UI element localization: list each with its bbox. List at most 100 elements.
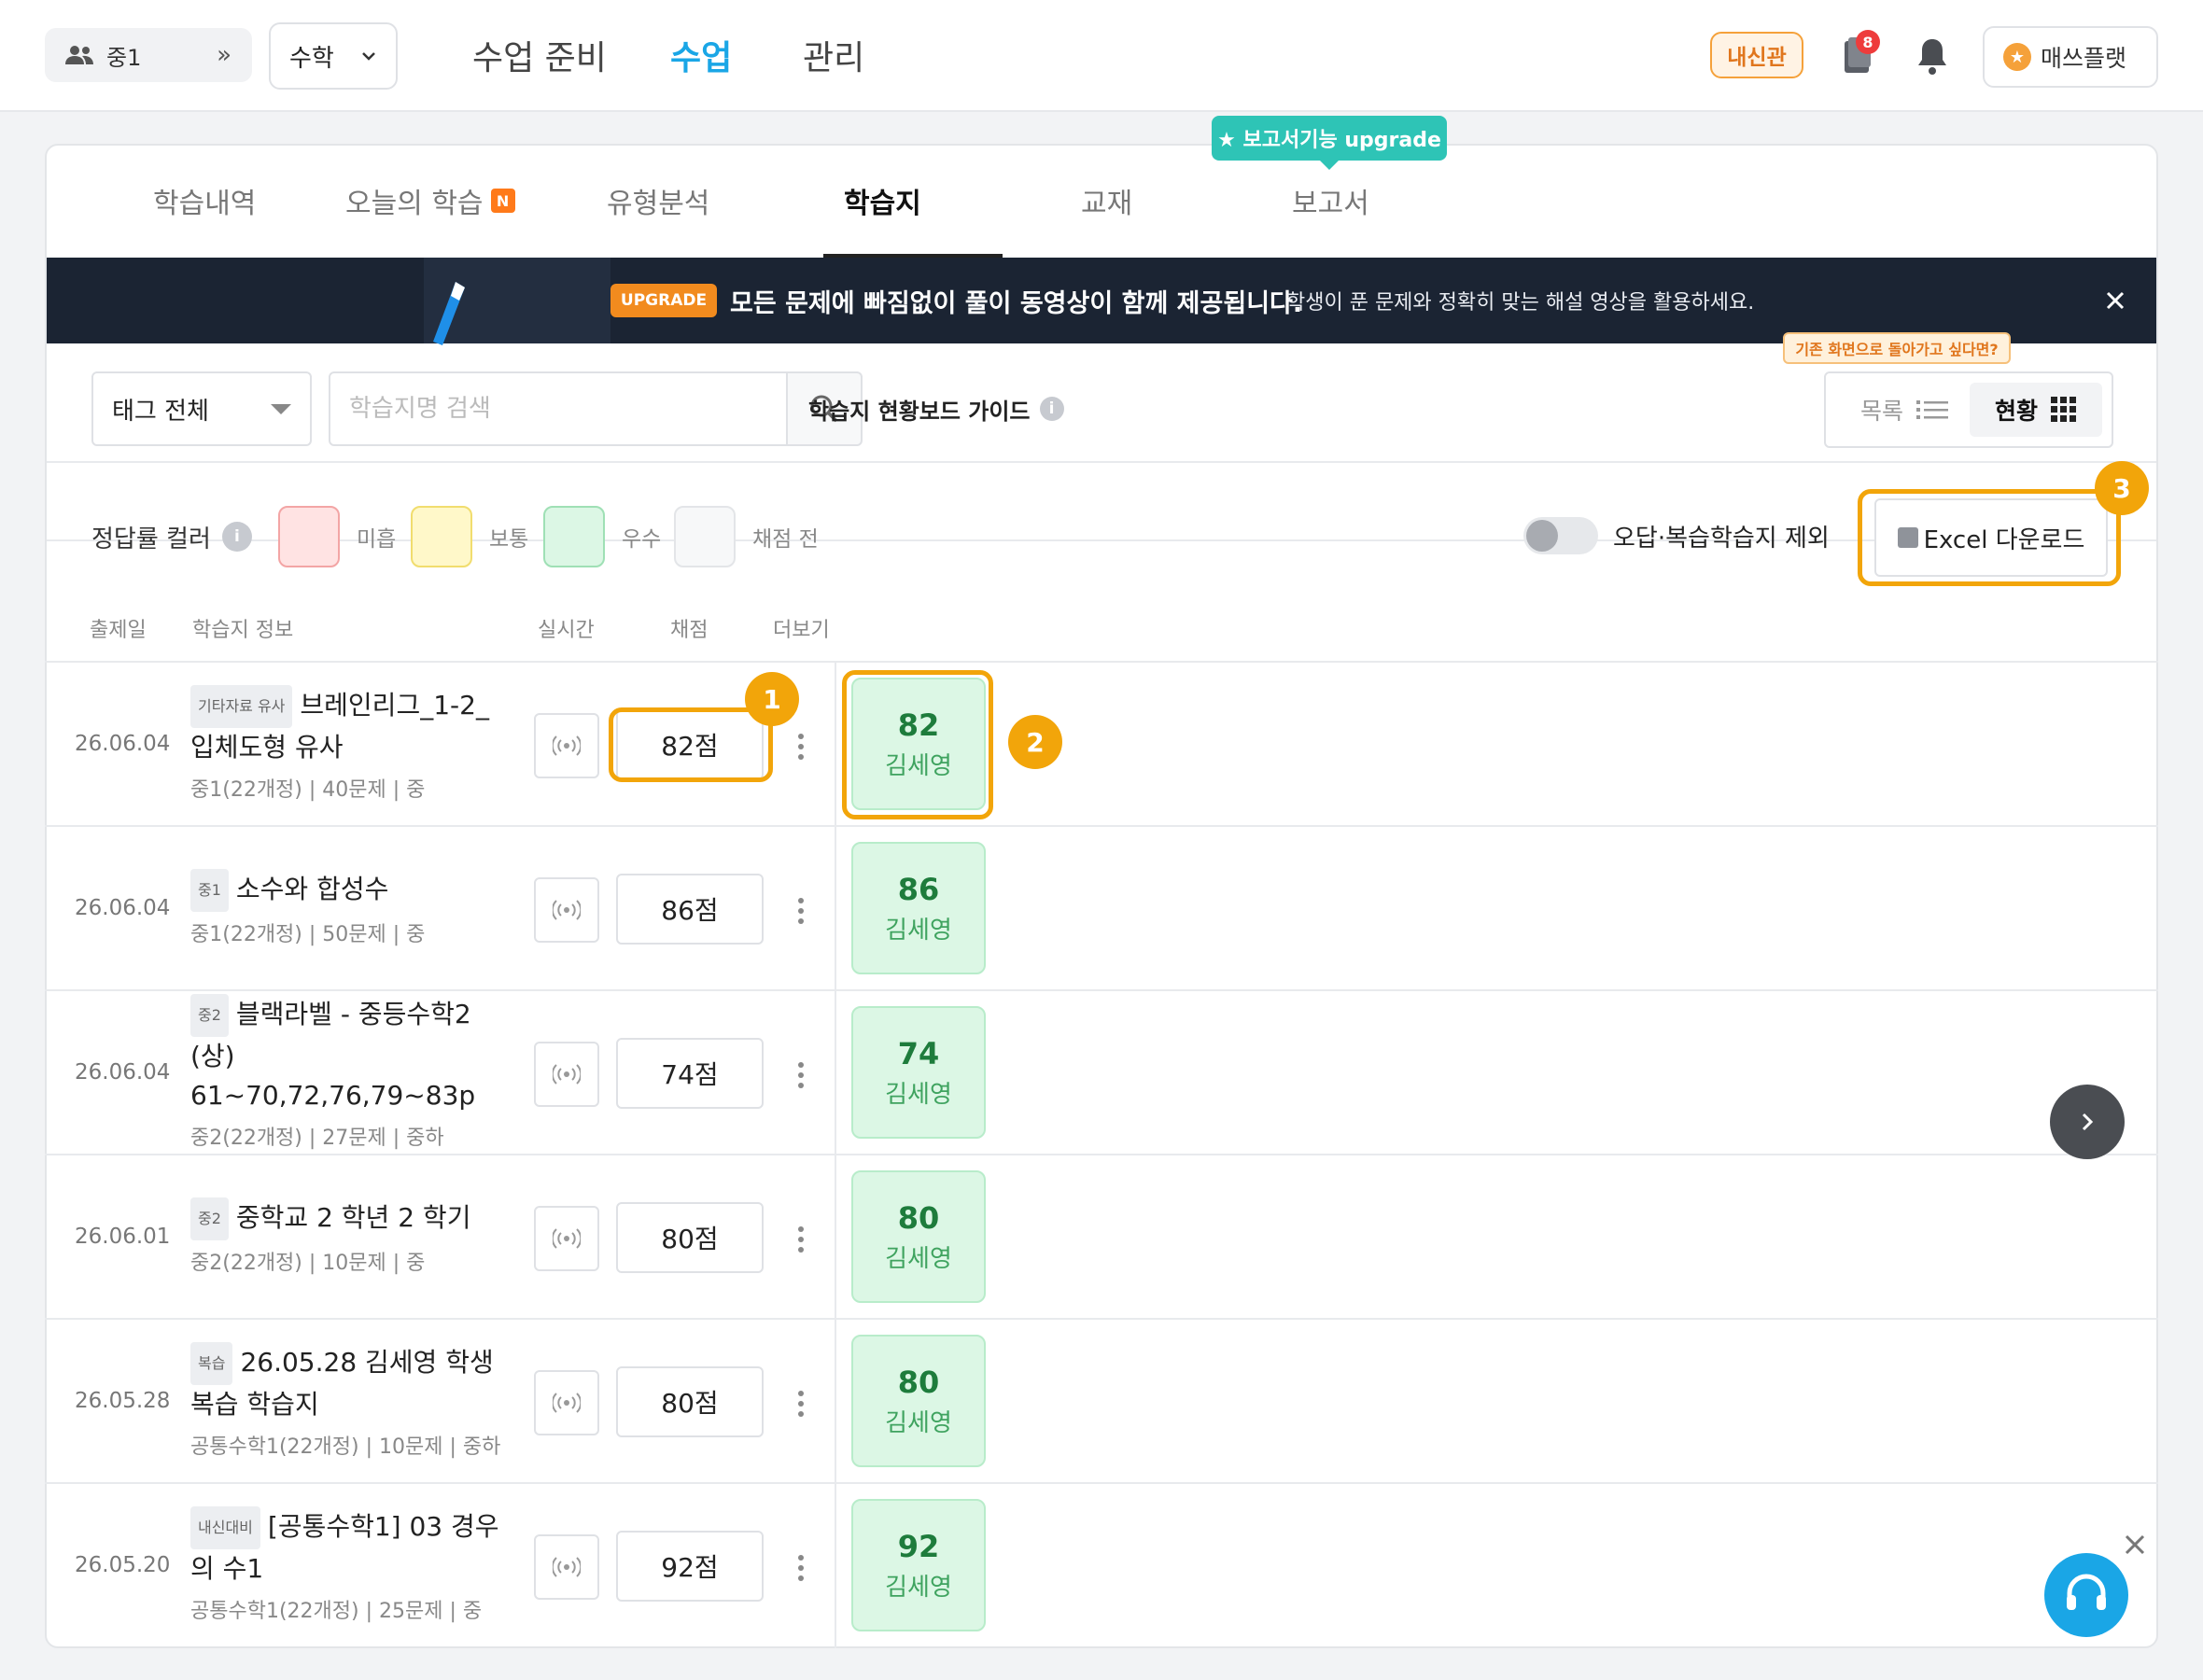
score-button[interactable]: 74점 [616,1038,764,1109]
score-button[interactable]: 86점 [616,874,764,945]
nav-class-prep[interactable]: 수업 준비 [472,0,607,110]
score-button[interactable]: 92점 [616,1531,764,1602]
worksheet-info[interactable]: 중2 중학교 2 학년 2 학기 중2(22개정) | 10문제 | 중 [190,1155,526,1318]
student-score: 80 [897,1364,940,1400]
tab-worksheet[interactable]: 학습지 [844,146,921,256]
expand-double-chevron-icon[interactable]: » [217,41,232,69]
plan-button[interactable]: ★ 매쓰플랫 [1983,26,2158,88]
student-score-chip[interactable]: 86 김세영 [851,842,986,974]
live-button[interactable] [534,713,599,778]
bell-icon[interactable] [1914,35,1951,77]
score-button[interactable]: 80점 [616,1366,764,1437]
worksheet-info[interactable]: 중2 블랙라벨 - 중등수학2 (상) 61~70,72,76,79~83p 중2… [190,991,526,1154]
worksheet-tag: 기타자료 유사 [190,685,293,728]
student-score-chip[interactable]: 80 김세영 [851,1335,986,1467]
worksheet-title-line1: 중2 블랙라벨 - 중등수학2 [190,994,526,1037]
table-row[interactable]: 26.06.04 중2 블랙라벨 - 중등수학2 (상) 61~70,72,76,… [45,989,2158,1154]
scroll-next-button[interactable] [2050,1085,2125,1159]
callout-3-badge: 3 [2095,461,2149,515]
worksheet-title-line1: 중1 소수와 합성수 [190,869,526,912]
legend-label: 미흡 [357,527,397,552]
worksheet-meta: 중2(22개정) | 10문제 | 중 [190,1252,426,1275]
worksheet-title-line2: 의 수1 [190,1553,264,1584]
live-button[interactable] [534,1370,599,1435]
worksheet-search-input[interactable] [347,394,769,424]
worksheet-info[interactable]: 중1 소수와 합성수 중1(22개정) | 50문제 | 중 [190,827,526,989]
pen-icon [433,282,465,345]
worksheet-info[interactable]: 기타자료 유사 브레인리그_1-2_ 입체도형 유사 중1(22개정) | 40문… [190,663,526,825]
more-options-icon[interactable] [793,1221,808,1258]
legend-swatch [543,506,605,567]
tab-study-history[interactable]: 학습내역 [153,146,256,256]
close-icon[interactable] [2100,286,2130,315]
nav-class[interactable]: 수업 [670,0,732,110]
table-row[interactable]: 26.05.20 내신대비 [공통수학1] 03 경우 의 수1 공통수학1(22… [45,1482,2158,1646]
info-icon[interactable]: i [1039,397,1064,421]
student-score-chip[interactable]: 92 김세영 [851,1499,986,1631]
callout-2-badge: 2 [1008,715,1062,769]
more-options-icon[interactable] [793,892,808,930]
view-list-button[interactable]: 목록 [1839,383,1970,437]
more-options-icon[interactable] [793,1057,808,1094]
issue-date: 26.06.01 [75,1225,171,1249]
tab-today-study[interactable]: 오늘의 학습 N [345,146,515,256]
headset-icon [2067,1574,2106,1610]
student-name: 김세영 [885,751,952,780]
student-score-chip[interactable]: 82 김세영 [851,678,986,810]
naesin-button[interactable]: 내신관 [1710,32,1803,78]
legend-label: 우수 [622,527,662,552]
score-button[interactable]: 82점 [616,709,764,780]
issue-date: 26.06.04 [75,896,171,920]
column-divider [835,661,836,1648]
close-support-icon[interactable] [2121,1531,2149,1559]
subject-select[interactable]: 수학 [269,22,398,90]
worksheet-tag: 내신대비 [190,1506,260,1549]
live-button[interactable] [534,1206,599,1271]
excel-download-button[interactable]: Excel 다운로드 [1874,498,2108,577]
grade-selector[interactable]: 중1 » [45,28,252,82]
legend-label: 채점 전 [752,527,819,552]
excel-icon [1897,527,1918,548]
live-button[interactable] [534,877,599,943]
more-options-icon[interactable] [793,1385,808,1422]
live-button[interactable] [534,1534,599,1600]
score-button[interactable]: 80점 [616,1202,764,1273]
exclude-review-toggle[interactable] [1523,517,1598,554]
live-button[interactable] [534,1042,599,1107]
student-score-chip[interactable]: 74 김세영 [851,1006,986,1139]
caret-down-icon [271,403,291,414]
support-chat-button[interactable] [2044,1553,2128,1637]
worksheet-meta: 공통수학1(22개정) | 10문제 | 중하 [190,1435,501,1459]
table-row[interactable]: 26.06.04 기타자료 유사 브레인리그_1-2_ 입체도형 유사 중1(22… [45,661,2158,825]
broadcast-icon [553,1557,581,1577]
worksheet-title-line1: 기타자료 유사 브레인리그_1-2_ [190,685,526,728]
header-date: 출제일 [90,619,147,642]
tag-filter-select[interactable]: 태그 전체 [91,371,312,446]
student-score-chip[interactable]: 80 김세영 [851,1170,986,1303]
banner-sub-text: 학생이 푼 문제와 정확히 맞는 해설 영상을 활용하세요. [1286,291,1755,315]
header-info: 학습지 정보 [192,619,294,642]
tab-type-analysis[interactable]: 유형분석 [607,146,709,256]
sub-tabs: 학습내역 오늘의 학습 N 유형분석 학습지 교재 보고서 [47,146,2156,258]
student-name: 김세영 [885,1573,952,1602]
table-row[interactable]: 26.06.01 중2 중학교 2 학년 2 학기 중2(22개정) | 10문제… [45,1154,2158,1318]
info-icon[interactable]: i [221,522,252,552]
more-options-icon[interactable] [793,1549,808,1587]
worksheet-info[interactable]: 내신대비 [공통수학1] 03 경우 의 수1 공통수학1(22개정) | 25문… [190,1484,526,1646]
worksheet-title: 블랙라벨 - 중등수학2 [235,999,471,1029]
table-row[interactable]: 26.06.04 중1 소수와 합성수 중1(22개정) | 50문제 | 중 8… [45,825,2158,989]
nav-manage[interactable]: 관리 [803,0,864,110]
student-score: 92 [897,1528,940,1564]
view-status-button[interactable]: 현황 [1970,383,2102,437]
issue-date: 26.06.04 [75,1060,171,1085]
more-options-icon[interactable] [793,728,808,765]
tab-textbook[interactable]: 교재 [1081,146,1132,256]
exclude-review-label: 오답·복습학습지 제외 [1613,524,1830,553]
status-board-guide[interactable]: 학습지 현황보드 가이드 i [764,371,1064,446]
worksheet-info[interactable]: 복습 26.05.28 김세영 학생 복습 학습지 공통수학1(22개정) | 1… [190,1320,526,1482]
broadcast-icon [553,1228,581,1249]
table-row[interactable]: 26.05.28 복습 26.05.28 김세영 학생 복습 학습지 공통수학1(… [45,1318,2158,1482]
report-upgrade-tooltip: ★ 보고서기능 upgrade [1212,116,1447,170]
star-icon: ★ [2003,43,2031,71]
notification-count-badge: 8 [1856,30,1880,54]
